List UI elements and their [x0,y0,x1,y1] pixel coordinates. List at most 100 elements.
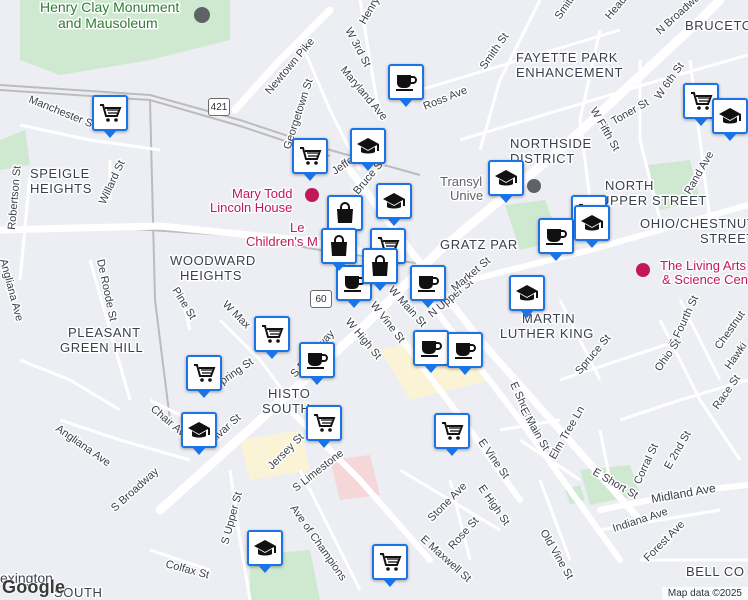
school-marker[interactable] [247,530,283,566]
school-marker[interactable] [712,98,748,134]
henry-clay-label-2: and Mausoleum [58,15,158,31]
bell-court-label: BELL CO [686,564,745,579]
coffee-icon [419,337,443,359]
northside-label-1: NORTHSIDE [510,136,592,151]
road-e-vine: E Vine St [476,437,512,481]
cart-marker[interactable] [306,405,342,441]
arts-center-pin-icon [636,263,650,277]
shopping-bag-marker[interactable] [321,228,357,264]
coffee-icon [416,272,440,294]
road-manchester: Manchester St [27,94,97,132]
lex-childrens-label-2: Children's M [246,234,318,249]
shopping-bag-icon [368,255,392,277]
mlk-label-2: LUTHER KING [500,326,594,341]
coffee-icon [544,225,568,247]
coffee-marker[interactable] [299,342,335,378]
road-corral: Corral St [632,442,661,486]
road-s-broadway: S Broadway [109,465,161,514]
fayette-park-label-2: ENHANCEMENT [516,65,623,80]
transylvania-label-2: Unive [450,188,483,203]
road-forest: Forest Ave [642,519,688,565]
coffee-icon [394,71,418,93]
living-arts-label-1: The Living Arts [660,258,746,273]
ohio-chestnut-label-1: OHIO/CHESTNUT [640,216,748,231]
school-marker[interactable] [376,183,412,219]
park-west [0,130,30,170]
historic-south-label-2: SOUTH [262,401,311,416]
school-icon [494,167,518,189]
road-e-high: E High St [476,483,512,528]
historic-south-label-1: HISTO [268,386,311,401]
coffee-icon [453,339,477,361]
fayette-park-label-1: FAYETTE PARK [516,50,618,65]
school-icon [382,190,406,212]
road-stone: Stone Ave [426,480,470,524]
cart-icon [260,323,284,345]
museum-pin-icon [305,188,319,202]
living-arts-label-2: & Science Cen [662,272,748,287]
road-smith-north: Smith St [553,0,587,22]
shopping-bag-marker[interactable] [327,195,363,231]
us-60-shield: 60 [310,290,332,308]
school-icon [718,105,742,127]
road-midland: Midland Ave [650,481,717,506]
cart-icon [378,551,402,573]
school-icon [187,419,211,441]
cart-marker[interactable] [186,355,222,391]
cart-marker[interactable] [372,544,408,580]
school-marker[interactable] [488,160,524,196]
lex-childrens-label-1: Le [290,220,304,235]
school-marker[interactable] [509,275,545,311]
shopping-bag-icon [333,202,357,224]
coffee-marker[interactable] [447,332,483,368]
cart-icon [98,102,122,124]
cart-icon [440,420,464,442]
cart-marker[interactable] [92,95,128,131]
map-attribution[interactable]: Map data ©2025 [661,587,748,600]
school-icon [356,135,380,157]
road-headley: Headle [603,0,635,22]
pleasant-green-label-2: GREEN HILL [60,340,143,355]
pleasant-green-label-1: PLEASANT [68,325,141,340]
woodward-heights-label-2: HEIGHTS [180,268,242,283]
shopping-bag-icon [327,235,351,257]
map-canvas[interactable]: Henry Clay Monument and Mausoleum FAYETT… [0,0,748,600]
cart-icon [689,90,713,112]
woodward-heights-label-1: WOODWARD [170,253,256,268]
cart-icon [192,362,216,384]
google-logo: Google [2,577,66,597]
shopping-bag-marker[interactable] [362,248,398,284]
road-race: Race St [711,373,743,412]
cart-marker[interactable] [434,413,470,449]
coffee-marker[interactable] [413,330,449,366]
spiegle-heights-label-1: SPEIGLE [30,166,90,181]
road-angliana-low: Angliana Ave [53,423,112,470]
road-pine: Pine St [169,285,198,321]
cart-icon [298,145,322,167]
school-icon [253,537,277,559]
coffee-icon [305,349,329,371]
road-rose: Rose St [446,515,481,552]
cart-marker[interactable] [292,138,328,174]
coffee-marker[interactable] [538,218,574,254]
road-robertson: Robertson St [6,165,24,230]
coffee-marker[interactable] [410,265,446,301]
road-maryland: Maryland Ave [338,64,390,123]
bruceton-label: BRUCETO [685,18,748,33]
school-marker[interactable] [574,205,610,241]
cart-marker[interactable] [254,316,290,352]
university-pin-icon [527,179,541,193]
mary-todd-label-2: Lincoln House [210,200,292,215]
road-willard: Willard St [97,159,128,207]
coffee-marker[interactable] [388,64,424,100]
ohio-chestnut-label-2: STREET [700,231,748,246]
road-spring: pring St [218,356,256,388]
road-old-vine: Old Vine St [537,528,575,582]
school-marker[interactable] [350,128,386,164]
school-icon [580,212,604,234]
north-upper-label-1: NORTH [605,178,654,193]
school-marker[interactable] [181,412,217,448]
road-e2nd: E 2nd St [662,429,693,472]
transylvania-label: Transyl [440,174,482,189]
henry-clay-label-1: Henry Clay Monument [40,0,179,15]
